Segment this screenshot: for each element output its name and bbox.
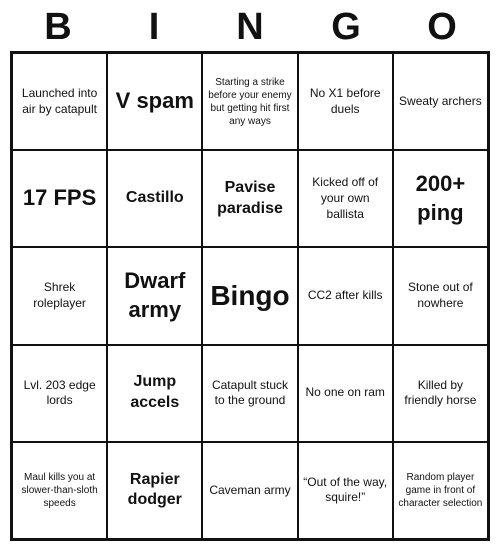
cell-r2-c1: Dwarf army [107, 247, 202, 344]
cell-r1-c2: Pavise paradise [202, 150, 297, 247]
cell-r2-c4: Stone out of nowhere [393, 247, 488, 344]
cell-r0-c3: No X1 before duels [298, 53, 393, 150]
cell-r0-c1: V spam [107, 53, 202, 150]
bingo-letter-b: B [15, 6, 101, 49]
cell-r3-c0: Lvl. 203 edge lords [12, 345, 107, 442]
cell-r4-c1: Rapier dodger [107, 442, 202, 539]
cell-r2-c2: Bingo [202, 247, 297, 344]
bingo-letter-n: N [207, 6, 293, 49]
cell-r2-c0: Shrek roleplayer [12, 247, 107, 344]
cell-r3-c3: No one on ram [298, 345, 393, 442]
cell-r3-c4: Killed by friendly horse [393, 345, 488, 442]
bingo-letter-i: I [111, 6, 197, 49]
bingo-header: BINGO [10, 0, 490, 51]
cell-r1-c0: 17 FPS [12, 150, 107, 247]
cell-r0-c4: Sweaty archers [393, 53, 488, 150]
bingo-letter-g: G [303, 6, 389, 49]
cell-r4-c2: Caveman army [202, 442, 297, 539]
cell-r3-c2: Catapult stuck to the ground [202, 345, 297, 442]
bingo-letter-o: O [399, 6, 485, 49]
cell-r3-c1: Jump accels [107, 345, 202, 442]
cell-r4-c0: Maul kills you at slower-than-sloth spee… [12, 442, 107, 539]
cell-r2-c3: CC2 after kills [298, 247, 393, 344]
cell-r1-c3: Kicked off of your own ballista [298, 150, 393, 247]
bingo-grid: Launched into air by catapultV spamStart… [10, 51, 490, 541]
cell-r1-c4: 200+ ping [393, 150, 488, 247]
cell-r4-c4: Random player game in front of character… [393, 442, 488, 539]
cell-r1-c1: Castillo [107, 150, 202, 247]
cell-r4-c3: “Out of the way, squire!” [298, 442, 393, 539]
cell-r0-c2: Starting a strike before your enemy but … [202, 53, 297, 150]
cell-r0-c0: Launched into air by catapult [12, 53, 107, 150]
